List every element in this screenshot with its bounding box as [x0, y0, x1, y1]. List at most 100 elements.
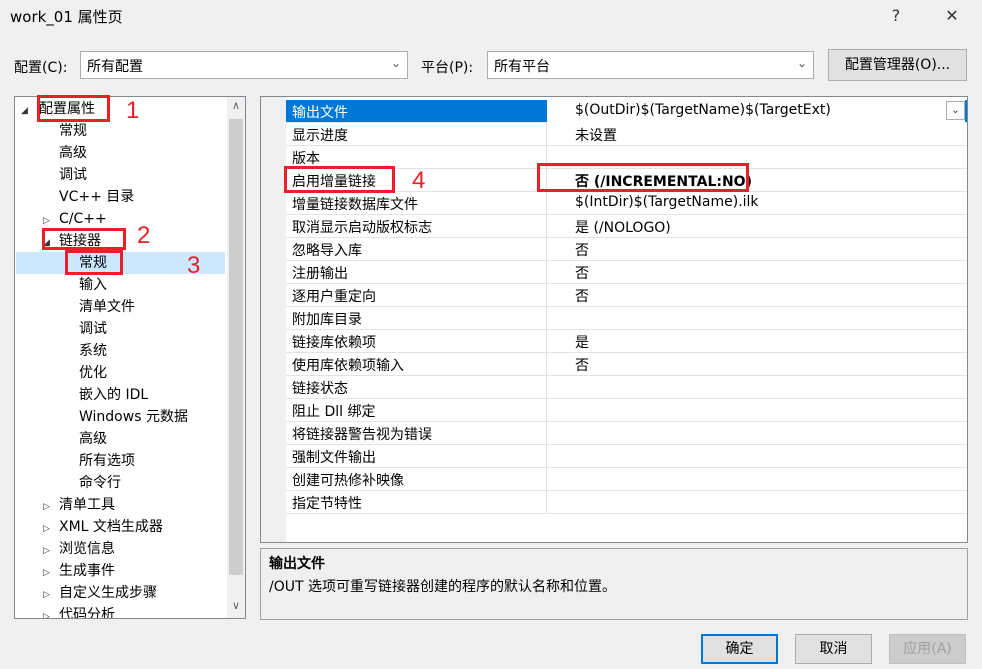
property-value[interactable]: 未设置	[575, 125, 617, 145]
tree-item-linker-optimization[interactable]: 优化	[79, 362, 107, 384]
tree-item-linker-all-options[interactable]: 所有选项	[79, 450, 135, 472]
tree-item-browse-info[interactable]: ▷ 浏览信息	[43, 538, 115, 560]
property-row[interactable]: 将链接器警告视为错误	[286, 422, 967, 445]
tree-item-advanced[interactable]: 高级	[59, 142, 87, 164]
tree-scrollbar[interactable]: ∧ ∨	[227, 97, 245, 618]
tree-item-linker-manifest[interactable]: 清单文件	[79, 296, 135, 318]
platform-label: 平台(P):	[421, 60, 474, 76]
property-name: 将链接器警告视为错误	[292, 427, 432, 443]
collapsed-triangle-icon[interactable]: ▷	[43, 584, 55, 606]
property-row[interactable]: 取消显示启动版权标志 是 (/NOLOGO)	[286, 215, 967, 238]
property-name: 输出文件	[292, 105, 348, 121]
collapsed-triangle-icon[interactable]: ▷	[43, 496, 55, 518]
tree-item-linker-advanced[interactable]: 高级	[79, 428, 107, 450]
property-row[interactable]: 增量链接数据库文件 $(IntDir)$(TargetName).ilk	[286, 192, 967, 215]
property-name: 链接状态	[292, 381, 348, 397]
scroll-up-icon[interactable]: ∧	[227, 99, 245, 112]
property-name: 增量链接数据库文件	[292, 197, 418, 213]
tree-item-debugging[interactable]: 调试	[59, 164, 87, 186]
property-row[interactable]: 注册输出 否	[286, 261, 967, 284]
grid-gutter	[261, 97, 286, 542]
property-value[interactable]: 是 (/NOLOGO)	[575, 217, 671, 237]
property-row[interactable]: 链接库依赖项 是	[286, 330, 967, 353]
help-button[interactable]: ?	[882, 6, 910, 25]
property-name: 取消显示启动版权标志	[292, 220, 432, 236]
property-row[interactable]: 忽略导入库 否	[286, 238, 967, 261]
config-select-value: 所有配置	[87, 59, 143, 75]
tree-item-custom-build-step[interactable]: ▷ 自定义生成步骤	[43, 582, 157, 604]
config-label: 配置(C):	[14, 60, 68, 76]
description-title: 输出文件	[269, 556, 325, 572]
collapsed-triangle-icon[interactable]: ▷	[43, 606, 55, 618]
property-value[interactable]: $(OutDir)$(TargetName)$(TargetExt)	[547, 100, 965, 123]
annotation-number-3: 3	[187, 252, 201, 279]
property-row[interactable]: 输出文件 $(OutDir)$(TargetName)$(TargetExt) …	[286, 100, 967, 123]
tree-item-linker-debugging[interactable]: 调试	[79, 318, 107, 340]
property-name: 创建可热修补映像	[292, 473, 404, 489]
property-value[interactable]: 否	[575, 286, 589, 306]
annotation-box-value	[537, 163, 749, 192]
property-name: 附加库目录	[292, 312, 362, 328]
property-name: 指定节特性	[292, 496, 362, 512]
tree-item-linker-command-line[interactable]: 命令行	[79, 472, 121, 494]
property-name: 使用库依赖项输入	[292, 358, 404, 374]
annotation-number-2: 2	[137, 222, 151, 249]
chevron-down-icon[interactable]: ⌄	[946, 101, 965, 120]
property-name: 逐用户重定向	[292, 289, 376, 305]
annotation-number-1: 1	[126, 97, 140, 124]
collapsed-triangle-icon[interactable]: ▷	[43, 540, 55, 562]
property-row[interactable]: 链接状态	[286, 376, 967, 399]
platform-select[interactable]: 所有平台 ⌄	[487, 51, 814, 79]
property-name: 注册输出	[292, 266, 348, 282]
collapsed-triangle-icon[interactable]: ▷	[43, 518, 55, 540]
property-name: 阻止 Dll 绑定	[292, 404, 376, 420]
tree-item-vc-directories[interactable]: VC++ 目录	[59, 186, 134, 208]
tree-item-linker-input[interactable]: 输入	[79, 274, 107, 296]
tree-item-build-events[interactable]: ▷ 生成事件	[43, 560, 115, 582]
tree-item-cpp[interactable]: ▷ C/C++	[43, 208, 107, 230]
apply-button[interactable]: 应用(A)	[889, 634, 966, 664]
property-value[interactable]: 否	[575, 263, 589, 283]
property-name: 链接库依赖项	[292, 335, 376, 351]
property-row[interactable]: 创建可热修补映像	[286, 468, 967, 491]
cancel-button[interactable]: 取消	[795, 634, 872, 664]
window-title: work_01 属性页	[10, 8, 123, 26]
collapsed-triangle-icon[interactable]: ▷	[43, 562, 55, 584]
property-name: 版本	[292, 151, 320, 167]
property-name: 强制文件输出	[292, 450, 376, 466]
scrollbar-thumb[interactable]	[229, 119, 243, 575]
tree-item-linker-embedded-idl[interactable]: 嵌入的 IDL	[79, 384, 148, 406]
property-value[interactable]: $(IntDir)$(TargetName).ilk	[575, 194, 759, 210]
config-manager-button[interactable]: 配置管理器(O)...	[828, 49, 967, 81]
config-select[interactable]: 所有配置 ⌄	[80, 51, 408, 79]
property-row[interactable]: 使用库依赖项输入 否	[286, 353, 967, 376]
tree-item-xml-doc-generator[interactable]: ▷ XML 文档生成器	[43, 516, 163, 538]
property-value[interactable]: 否	[575, 240, 589, 260]
chevron-down-icon: ⌄	[390, 56, 401, 70]
property-name: 忽略导入库	[292, 243, 362, 259]
close-button[interactable]: ✕	[938, 6, 966, 25]
property-row[interactable]: 阻止 Dll 绑定	[286, 399, 967, 422]
platform-select-value: 所有平台	[494, 59, 550, 75]
annotation-box-2	[42, 228, 126, 250]
property-value[interactable]: 是	[575, 332, 589, 352]
property-tree[interactable]: ◢ 配置属性 常规 高级 调试 VC++ 目录 ▷ C/C++ ◢ 链接器 常规 输入…	[14, 96, 246, 619]
property-row[interactable]: 强制文件输出	[286, 445, 967, 468]
property-row[interactable]: 逐用户重定向 否	[286, 284, 967, 307]
chevron-down-icon: ⌄	[796, 56, 807, 70]
property-row[interactable]: 附加库目录	[286, 307, 967, 330]
tree-item-code-analysis[interactable]: ▷ 代码分析	[43, 604, 115, 618]
annotation-box-3	[65, 250, 123, 275]
property-row[interactable]: 指定节特性	[286, 491, 967, 514]
description-panel: 输出文件 /OUT 选项可重写链接器创建的程序的默认名称和位置。	[260, 548, 968, 620]
tree-item-general[interactable]: 常规	[59, 120, 87, 142]
tree-item-manifest-tool[interactable]: ▷ 清单工具	[43, 494, 115, 516]
annotation-box-4	[284, 166, 395, 193]
property-value[interactable]: 否	[575, 355, 589, 375]
ok-button[interactable]: 确定	[701, 634, 778, 664]
property-row[interactable]: 显示进度 未设置	[286, 123, 967, 146]
expanded-triangle-icon[interactable]: ◢	[21, 100, 33, 122]
tree-item-linker-windows-metadata[interactable]: Windows 元数据	[79, 406, 188, 428]
tree-item-linker-system[interactable]: 系统	[79, 340, 107, 362]
scroll-down-icon[interactable]: ∨	[227, 599, 245, 612]
